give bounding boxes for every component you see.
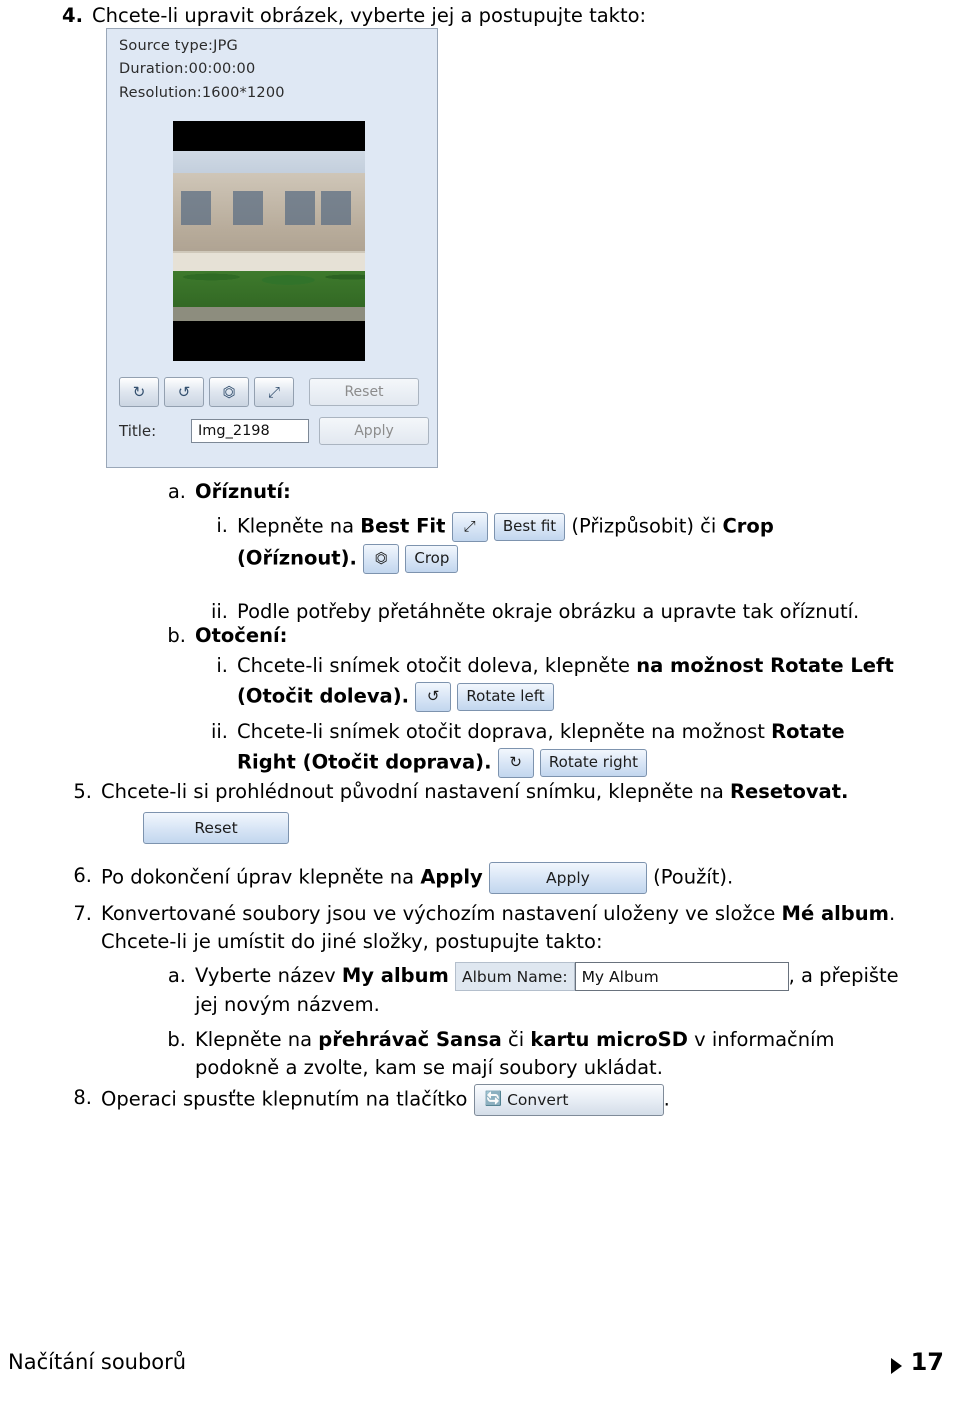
source-type-label: Source type:JPG bbox=[119, 38, 238, 54]
item-b-i-text: Chcete-li snímek otočit doleva, klepněte bbox=[237, 654, 631, 677]
apply-button[interactable]: Apply bbox=[488, 862, 647, 894]
editor-toolbar: ↻ ↺ ⏣ ⤢ Reset bbox=[119, 377, 419, 407]
step-6-text: Po dokončení úprav klepněte na bbox=[101, 865, 415, 889]
step-4-number: 4. bbox=[62, 4, 83, 27]
rotate-left-button[interactable]: Rotate left bbox=[457, 682, 554, 711]
album-name-input[interactable]: My Album bbox=[574, 962, 789, 991]
convert-button-label: Convert bbox=[507, 1091, 569, 1109]
best-fit-icon[interactable]: ⤢ bbox=[254, 377, 294, 407]
item-b-i-marker: i. bbox=[216, 654, 228, 677]
step-6: 6. Po dokončení úprav klepněte na Apply … bbox=[62, 862, 946, 894]
step-8: 8. Operaci spusťte klepnutím na tlačítko… bbox=[62, 1084, 946, 1116]
item-7a-bold: My album bbox=[341, 964, 449, 987]
item-b-ii-bold: Rotate bbox=[771, 720, 845, 743]
step-7: 7. Konvertované soubory jsou ve výchozím… bbox=[62, 900, 946, 955]
step-8-tail: . bbox=[663, 1087, 670, 1111]
item-7a: a. Vyberte název My album Album Name: My … bbox=[152, 962, 944, 1019]
item-a-i: i. Klepněte na Best Fit ⤢ Best fit (Přiz… bbox=[196, 512, 944, 574]
item-7a-marker: a. bbox=[167, 964, 186, 987]
app-screenshot: Source type:JPG Duration:00:00:00 Resolu… bbox=[106, 28, 438, 468]
item-7a-text-2: , a přepište bbox=[788, 964, 899, 987]
best-fit-button[interactable]: Best fit bbox=[493, 513, 566, 541]
step-8-marker: 8. bbox=[73, 1086, 92, 1109]
preview-path bbox=[173, 307, 365, 321]
item-b-ii: ii. Chcete-li snímek otočit doprava, kle… bbox=[196, 718, 948, 778]
item-b-ii-marker: ii. bbox=[210, 720, 228, 743]
item-a-label: Oříznutí: bbox=[195, 480, 291, 503]
preview-shrubs bbox=[173, 259, 365, 289]
rotate-right-icon[interactable]: ↻ bbox=[119, 377, 159, 407]
item-7b-marker: b. bbox=[167, 1028, 186, 1051]
resolution-label: Resolution:1600*1200 bbox=[119, 84, 285, 101]
step-6-tail: (Použít). bbox=[653, 865, 734, 889]
item-7a-text-1: Vyberte název bbox=[195, 964, 336, 987]
rotate-left-icon[interactable]: ↺ bbox=[164, 377, 204, 407]
convert-icon: 🔄 bbox=[484, 1091, 503, 1108]
step-8-text: Operaci spusťte klepnutím na tlačítko bbox=[101, 1087, 468, 1111]
best-fit-icon[interactable]: ⤢ bbox=[451, 512, 488, 542]
title-input[interactable]: Img_2198 bbox=[191, 419, 309, 443]
item-7b-text-2: či bbox=[508, 1028, 525, 1051]
item-b-ii-text: Chcete-li snímek otočit doprava, klepnět… bbox=[237, 720, 765, 743]
crop-button[interactable]: Crop bbox=[405, 545, 459, 573]
title-row: Title: Img_2198 Apply bbox=[119, 417, 429, 445]
step-7-text-1: Konvertované soubory jsou ve výchozím na… bbox=[101, 902, 776, 925]
footer-section-title: Načítání souborů bbox=[8, 1350, 187, 1374]
footer-arrow-icon bbox=[891, 1358, 902, 1374]
item-7b-text-1: Klepněte na bbox=[195, 1028, 313, 1051]
step-7-text-3: Chcete-li je umístit do jiné složky, pos… bbox=[101, 929, 603, 953]
item-b-ii-bold2: Right (Otočit doprava). bbox=[237, 750, 492, 774]
step-5-marker: 5. bbox=[73, 780, 92, 803]
item-b-i: i. Chcete-li snímek otočit doleva, klepn… bbox=[196, 652, 948, 712]
reset-button[interactable]: Reset bbox=[309, 378, 419, 406]
duration-label: Duration:00:00:00 bbox=[119, 61, 256, 78]
media-info: Source type:JPG Duration:00:00:00 Resolu… bbox=[119, 35, 285, 105]
reset-button[interactable]: Reset bbox=[143, 811, 289, 844]
item-7b-bold-2: kartu microSD bbox=[530, 1028, 688, 1051]
rotate-right-icon[interactable]: ↻ bbox=[497, 747, 534, 778]
crop-icon[interactable]: ⏣ bbox=[363, 544, 400, 574]
item-b-marker: b. bbox=[167, 624, 186, 647]
album-name-label: Album Name: bbox=[455, 962, 575, 991]
item-a-i-bestfit-bold: Best Fit bbox=[360, 514, 446, 538]
step-6-marker: 6. bbox=[73, 864, 92, 887]
item-a-i-crop-bold: Crop bbox=[722, 514, 774, 538]
step-7-text-2: . bbox=[888, 902, 896, 925]
apply-button[interactable]: Apply bbox=[319, 417, 429, 445]
title-label: Title: bbox=[119, 422, 157, 440]
item-a-i-text-1: Klepněte na bbox=[237, 514, 355, 538]
item-a-i-text-2: (Přizpůsobit) či bbox=[571, 514, 717, 538]
item-a: a. Oříznutí: bbox=[152, 478, 942, 506]
step-5-text: Chcete-li si prohlédnout původní nastave… bbox=[101, 780, 724, 803]
crop-icon[interactable]: ⏣ bbox=[209, 377, 249, 407]
item-b: b. Otočení: bbox=[152, 622, 942, 650]
step-7-marker: 7. bbox=[73, 902, 92, 925]
step-4: 4. Chcete-li upravit obrázek, vyberte je… bbox=[62, 4, 942, 27]
page-number: 17 bbox=[910, 1348, 944, 1376]
item-b-i-bold: na možnost Rotate Left bbox=[636, 654, 894, 677]
convert-button[interactable]: 🔄 Convert bbox=[473, 1084, 664, 1116]
item-b-i-bold2: (Otočit doleva). bbox=[237, 684, 410, 708]
item-7b-bold-1: přehrávač Sansa bbox=[318, 1028, 502, 1051]
item-7b-text-4: podokně a zvolte, kam se mají soubory uk… bbox=[195, 1055, 663, 1079]
step-4-text: Chcete-li upravit obrázek, vyberte jej a… bbox=[92, 4, 647, 27]
document-page: 4. Chcete-li upravit obrázek, vyberte je… bbox=[0, 0, 960, 1416]
step-5-bold: Resetovat. bbox=[730, 780, 849, 803]
item-a-i-crop-cz: (Oříznout). bbox=[237, 546, 357, 570]
item-7b: b. Klepněte na přehrávač Sansa či kartu … bbox=[152, 1026, 944, 1081]
item-7b-text-3: v informačním bbox=[694, 1028, 835, 1051]
item-a-i-marker: i. bbox=[216, 514, 228, 537]
item-a-marker: a. bbox=[167, 480, 186, 503]
image-preview bbox=[173, 121, 365, 361]
step-6-bold: Apply bbox=[420, 865, 483, 889]
rotate-right-button[interactable]: Rotate right bbox=[539, 748, 648, 777]
step-7-bold-1: Mé album bbox=[781, 902, 889, 925]
rotate-left-icon[interactable]: ↺ bbox=[415, 681, 452, 712]
item-7a-text-3: jej novým názvem. bbox=[195, 993, 380, 1016]
page-footer: Načítání souborů 17 bbox=[0, 1348, 960, 1390]
step-5: 5. Chcete-li si prohlédnout původní nast… bbox=[62, 778, 946, 844]
item-b-label: Otočení: bbox=[195, 624, 288, 647]
